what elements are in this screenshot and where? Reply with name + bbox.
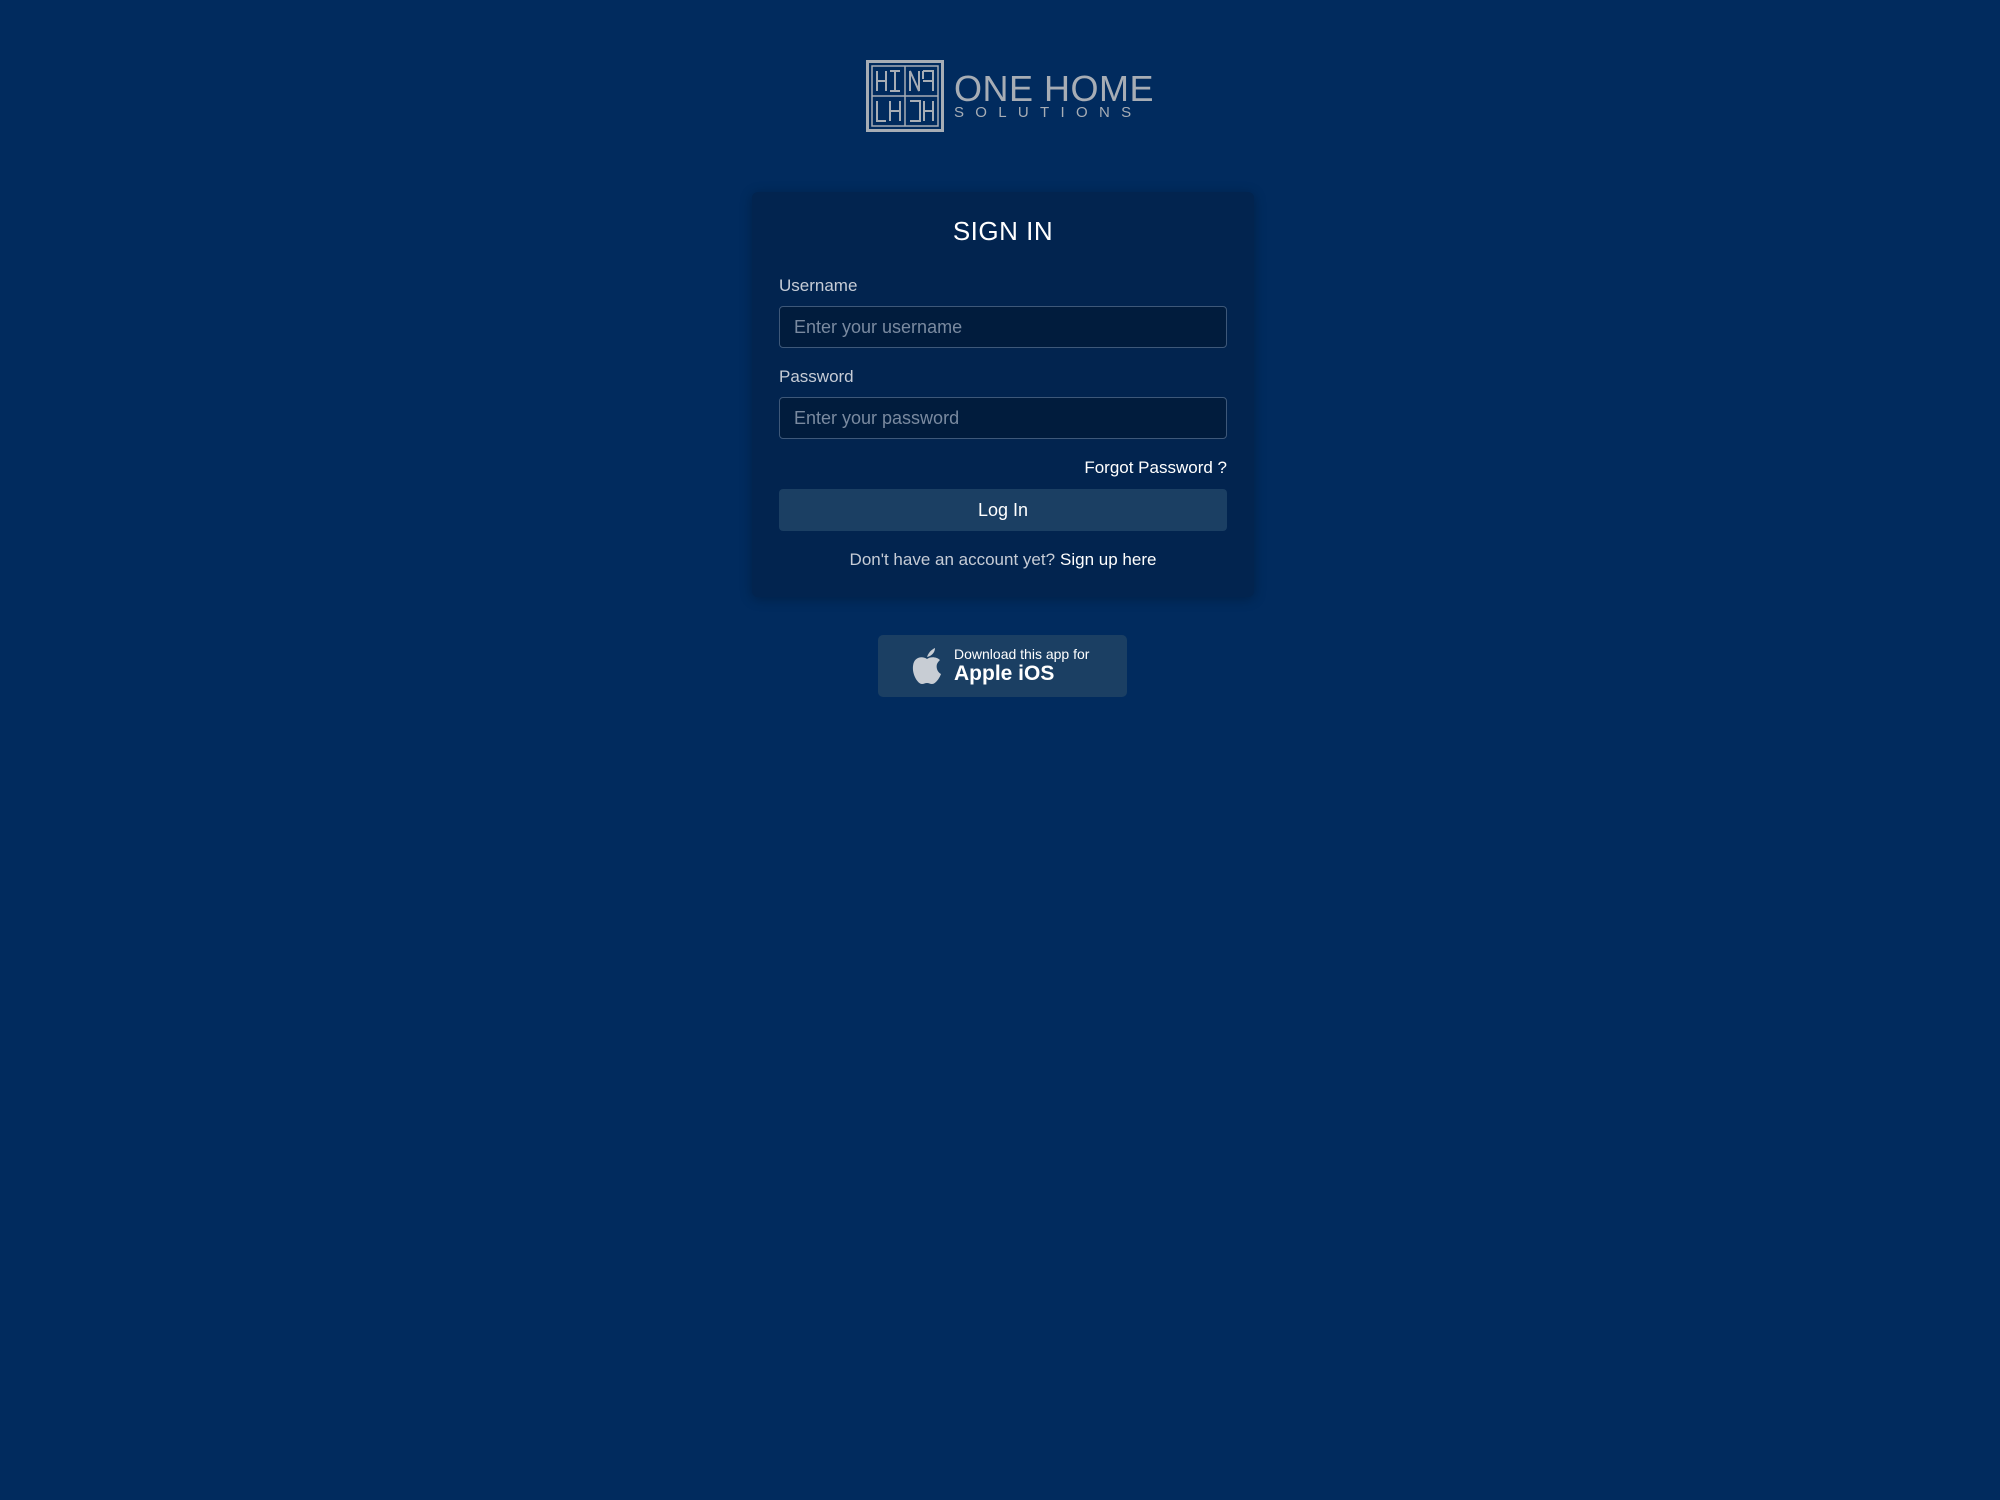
login-button[interactable]: Log In bbox=[779, 489, 1227, 531]
username-input[interactable] bbox=[779, 306, 1227, 348]
download-ios-button[interactable]: Download this app for Apple iOS bbox=[878, 635, 1127, 697]
ios-badge-line2: Apple iOS bbox=[954, 662, 1055, 685]
signup-link[interactable]: Sign up here bbox=[1060, 550, 1156, 569]
brand-name-line2: SOLUTIONS bbox=[954, 104, 1143, 121]
forgot-password-link[interactable]: Forgot Password ? bbox=[1084, 458, 1227, 478]
apple-icon bbox=[912, 648, 941, 684]
brand-name-line1: ONE HOME bbox=[954, 68, 1155, 109]
signup-prompt: Don't have an account yet? bbox=[849, 550, 1056, 569]
password-label: Password bbox=[779, 367, 854, 386]
brand-logo-icon bbox=[866, 60, 944, 132]
ios-badge-text: Download this app for Apple iOS bbox=[954, 646, 1089, 686]
brand-logo: ONE HOME SOLUTIONS bbox=[866, 60, 1154, 132]
ios-badge-line1: Download this app for bbox=[954, 646, 1090, 662]
password-input[interactable] bbox=[779, 397, 1227, 439]
username-label: Username bbox=[779, 276, 858, 295]
brand-name: ONE HOME SOLUTIONS bbox=[954, 71, 1154, 121]
signup-row: Don't have an account yet? Sign up here bbox=[752, 550, 1254, 570]
signin-card: SIGN IN Username Password Forgot Passwor… bbox=[752, 192, 1254, 597]
signin-title: SIGN IN bbox=[952, 216, 1054, 246]
